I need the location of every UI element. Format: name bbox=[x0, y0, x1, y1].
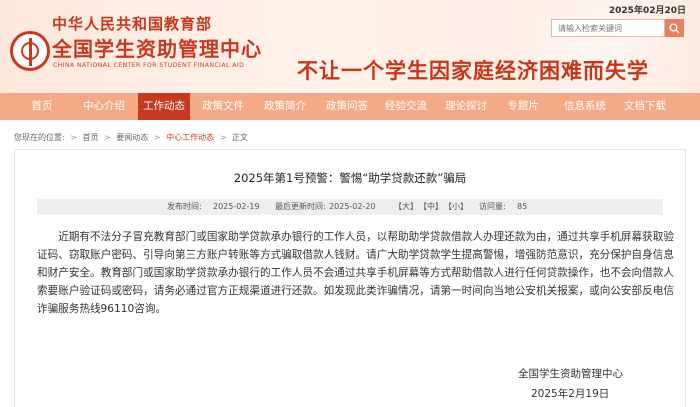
nav-item-downloads[interactable]: 文档下载 bbox=[616, 93, 674, 120]
font-size-large[interactable]: 【大】 bbox=[394, 199, 418, 215]
nav-item-work-news[interactable]: 工作动态 bbox=[138, 93, 190, 120]
nav-item-policy-qa[interactable]: 政策问答 bbox=[318, 93, 376, 120]
main-nav: 首页 中心介绍 工作动态 政策文件 政策简介 政策问答 经验交流 理论探讨 专题… bbox=[0, 93, 700, 120]
nav-item-home[interactable]: 首页 bbox=[14, 93, 70, 120]
font-size-medium[interactable]: 【中】 bbox=[419, 199, 443, 215]
nav-item-experience[interactable]: 经验交流 bbox=[377, 93, 435, 120]
nav-item-policy-brief[interactable]: 政策简介 bbox=[256, 93, 314, 120]
nav-item-theory[interactable]: 理论探讨 bbox=[437, 93, 495, 120]
signature-date: 2025年2月19日 bbox=[531, 388, 610, 400]
signature-org: 全国学生资助管理中心 bbox=[518, 368, 623, 380]
nav-item-info-system[interactable]: 信息系统 bbox=[556, 93, 614, 120]
search-input[interactable] bbox=[551, 19, 665, 37]
site-header: 中华人民共和国教育部 全国学生资助管理中心 CHINA NATIONAL CEN… bbox=[0, 0, 700, 93]
breadcrumb-prefix: 您现在的位置: bbox=[14, 133, 65, 142]
current-date: 2025年02月20日 bbox=[608, 6, 686, 16]
center-name[interactable]: 全国学生资助管理中心 bbox=[52, 33, 262, 62]
logo-emblem-icon[interactable] bbox=[10, 31, 50, 71]
breadcrumb-news[interactable]: 要闻动态 bbox=[116, 133, 148, 142]
article-title: 2025年第1号预警：警惕“助学贷款还款”骗局 bbox=[233, 171, 467, 185]
breadcrumb-current: 正文 bbox=[231, 133, 248, 142]
search-button[interactable] bbox=[665, 19, 684, 37]
views-count: 85 bbox=[517, 202, 528, 211]
breadcrumb-home[interactable]: 首页 bbox=[83, 133, 99, 142]
breadcrumb-center-news[interactable]: 中心工作动态 bbox=[166, 133, 214, 142]
update-date: 2025-02-20 bbox=[329, 202, 376, 211]
update-label: 最后更新时间: bbox=[275, 202, 326, 211]
breadcrumb: 您现在的位置: > 首页 > 要闻动态 > 中心工作动态 > 正文 bbox=[14, 133, 248, 142]
publish-label: 发布时间: bbox=[167, 202, 202, 211]
publish-date: 2025-02-19 bbox=[213, 202, 260, 211]
nav-item-center-intro[interactable]: 中心介绍 bbox=[72, 93, 136, 120]
nav-item-feature-films[interactable]: 专题片 bbox=[498, 93, 548, 120]
slogan: 不让一个学生因家庭经济困难而失学 bbox=[297, 59, 649, 83]
views-label: 访问量: bbox=[479, 202, 506, 211]
center-english-name: CHINA NATIONAL CENTER FOR STUDENT FINANC… bbox=[53, 62, 245, 69]
article-meta: 发布时间: 2025-02-19 最后更新时间: 2025-02-20 【大】 … bbox=[37, 199, 663, 215]
nav-item-policy-docs[interactable]: 政策文件 bbox=[194, 93, 252, 120]
ministry-name[interactable]: 中华人民共和国教育部 bbox=[52, 13, 212, 34]
search-icon bbox=[669, 23, 680, 33]
font-size-small[interactable]: 【小】 bbox=[444, 199, 468, 215]
article-body: 近期有不法分子冒充教育部门或国家助学贷款承办银行的工作人员，以帮助助学贷款借款人… bbox=[37, 231, 674, 315]
